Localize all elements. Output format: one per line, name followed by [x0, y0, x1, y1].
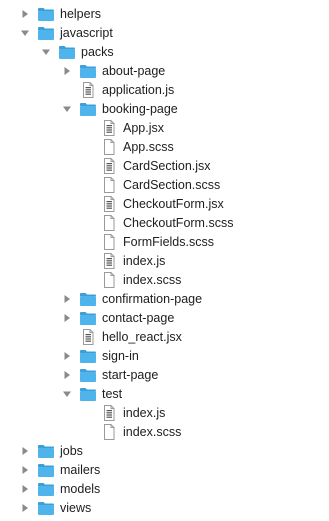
folder-name: test: [102, 387, 123, 401]
tree-file-row[interactable]: App.scss: [0, 138, 329, 157]
tree-file-row[interactable]: index.scss: [0, 271, 329, 290]
tree-folder-row[interactable]: booking-page: [0, 100, 329, 119]
js-file-icon: [100, 405, 118, 421]
tree-folder-row[interactable]: start-page: [0, 366, 329, 385]
folder-name: contact-page: [102, 311, 175, 325]
folder-icon: [37, 462, 55, 478]
tree-folder-row[interactable]: contact-page: [0, 309, 329, 328]
folder-name: confirmation-page: [102, 292, 203, 306]
file-name: index.scss: [123, 425, 182, 439]
folder-icon: [79, 291, 97, 307]
tree-folder-row[interactable]: test: [0, 385, 329, 404]
file-icon: [100, 424, 118, 440]
folder-icon: [79, 348, 97, 364]
js-file-icon: [79, 82, 97, 98]
file-name: index.js: [123, 254, 166, 268]
tree-file-row[interactable]: index.js: [0, 252, 329, 271]
tree-folder-row[interactable]: helpers: [0, 5, 329, 24]
tree-folder-row[interactable]: sign-in: [0, 347, 329, 366]
tree-folder-row[interactable]: views: [0, 499, 329, 518]
tree-folder-row[interactable]: mailers: [0, 461, 329, 480]
disclosure-collapsed-icon[interactable]: [62, 66, 72, 76]
tree-file-row[interactable]: CardSection.scss: [0, 176, 329, 195]
folder-icon: [37, 500, 55, 516]
folder-name: start-page: [102, 368, 159, 382]
tree-file-row[interactable]: application.js: [0, 81, 329, 100]
folder-icon: [37, 25, 55, 41]
file-name: CardSection.scss: [123, 178, 221, 192]
tree-file-row[interactable]: CheckoutForm.scss: [0, 214, 329, 233]
disclosure-collapsed-icon[interactable]: [62, 294, 72, 304]
disclosure-expanded-icon[interactable]: [62, 104, 72, 114]
disclosure-expanded-icon[interactable]: [41, 47, 51, 57]
folder-icon: [79, 63, 97, 79]
tree-file-row[interactable]: CardSection.jsx: [0, 157, 329, 176]
file-tree: helpers javascript packs about-page applicat…: [0, 0, 329, 521]
folder-name: booking-page: [102, 102, 178, 116]
folder-icon: [79, 367, 97, 383]
folder-name: models: [60, 482, 101, 496]
tree-file-row[interactable]: index.js: [0, 404, 329, 423]
disclosure-collapsed-icon[interactable]: [20, 446, 30, 456]
file-icon: [100, 272, 118, 288]
disclosure-expanded-icon[interactable]: [62, 389, 72, 399]
disclosure-collapsed-icon[interactable]: [20, 9, 30, 19]
tree-folder-row[interactable]: about-page: [0, 62, 329, 81]
file-name: App.scss: [123, 140, 174, 154]
tree-folder-row[interactable]: javascript: [0, 24, 329, 43]
folder-icon: [58, 44, 76, 60]
tree-folder-row[interactable]: models: [0, 480, 329, 499]
js-file-icon: [100, 196, 118, 212]
js-file-icon: [100, 253, 118, 269]
js-file-icon: [100, 120, 118, 136]
disclosure-collapsed-icon[interactable]: [62, 370, 72, 380]
file-name: CheckoutForm.scss: [123, 216, 234, 230]
file-name: hello_react.jsx: [102, 330, 182, 344]
folder-icon: [37, 6, 55, 22]
file-name: CheckoutForm.jsx: [123, 197, 224, 211]
disclosure-collapsed-icon[interactable]: [20, 503, 30, 513]
folder-name: views: [60, 501, 92, 515]
file-name: index.js: [123, 406, 166, 420]
folder-name: mailers: [60, 463, 101, 477]
folder-name: helpers: [60, 7, 101, 21]
disclosure-collapsed-icon[interactable]: [62, 351, 72, 361]
folder-name: jobs: [60, 444, 83, 458]
folder-name: javascript: [60, 26, 113, 40]
file-name: App.jsx: [123, 121, 164, 135]
tree-file-row[interactable]: App.jsx: [0, 119, 329, 138]
disclosure-collapsed-icon[interactable]: [20, 484, 30, 494]
file-name: application.js: [102, 83, 175, 97]
folder-icon: [37, 443, 55, 459]
tree-file-row[interactable]: FormFields.scss: [0, 233, 329, 252]
tree-folder-row[interactable]: jobs: [0, 442, 329, 461]
folder-name: sign-in: [102, 349, 139, 363]
folder-icon: [79, 310, 97, 326]
folder-name: about-page: [102, 64, 166, 78]
tree-folder-row[interactable]: confirmation-page: [0, 290, 329, 309]
disclosure-expanded-icon[interactable]: [20, 28, 30, 38]
js-file-icon: [100, 158, 118, 174]
file-icon: [100, 177, 118, 193]
disclosure-collapsed-icon[interactable]: [62, 313, 72, 323]
folder-icon: [79, 101, 97, 117]
tree-file-row[interactable]: hello_react.jsx: [0, 328, 329, 347]
file-name: FormFields.scss: [123, 235, 214, 249]
js-file-icon: [79, 329, 97, 345]
disclosure-collapsed-icon[interactable]: [20, 465, 30, 475]
file-icon: [100, 139, 118, 155]
file-icon: [100, 234, 118, 250]
folder-name: packs: [81, 45, 114, 59]
folder-icon: [37, 481, 55, 497]
folder-icon: [79, 386, 97, 402]
tree-file-row[interactable]: index.scss: [0, 423, 329, 442]
file-name: CardSection.jsx: [123, 159, 211, 173]
tree-folder-row[interactable]: packs: [0, 43, 329, 62]
tree-file-row[interactable]: CheckoutForm.jsx: [0, 195, 329, 214]
file-icon: [100, 215, 118, 231]
file-name: index.scss: [123, 273, 182, 287]
